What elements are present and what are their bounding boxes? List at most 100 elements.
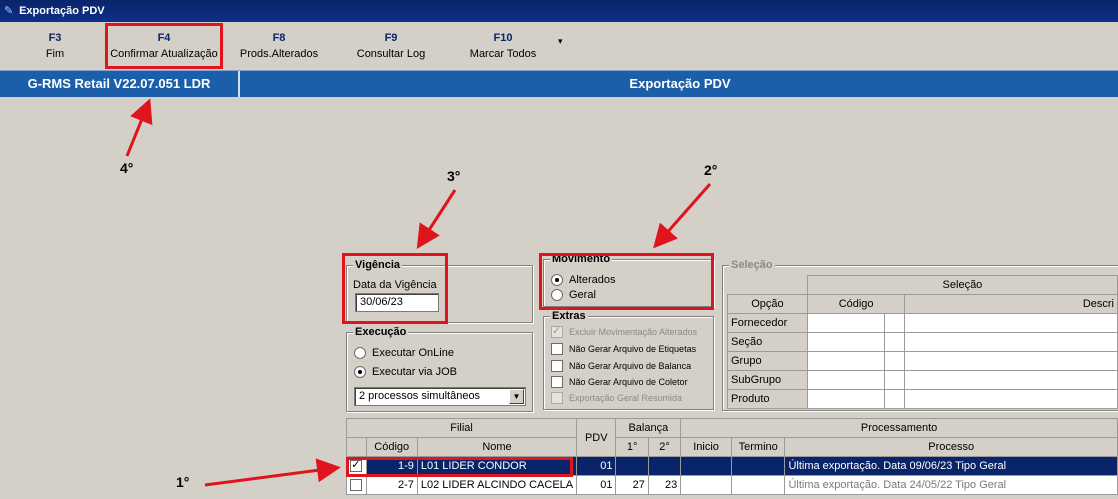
fim-key: F3	[48, 32, 62, 44]
balanca-2-cell	[647, 456, 682, 476]
termino-header: Termino	[730, 437, 786, 457]
annotation-2: 2°	[704, 162, 718, 178]
checkbox-icon	[551, 376, 563, 388]
processo-cell: Última exportação. Data 09/06/23 Tipo Ge…	[784, 456, 1118, 476]
nao-gerar-etiquetas-checkbox[interactable]: Não Gerar Arquivo de Etiquetas	[551, 343, 696, 355]
selecao-lookup-cell[interactable]	[884, 332, 906, 352]
arrow-1	[204, 458, 341, 487]
nao-gerar-balanca-label: Não Gerar Arquivo de Balanca	[569, 361, 692, 371]
inicio-cell	[680, 475, 732, 495]
app-icon: ✎	[4, 5, 14, 17]
fim-label: Fim	[45, 48, 65, 60]
check-header	[346, 437, 367, 457]
annotation-3: 3°	[447, 168, 461, 184]
selecao-codigo-cell[interactable]	[806, 332, 886, 352]
consultar-log-button[interactable]: F9 Consultar Log	[352, 30, 430, 62]
selecao-descricao-cell	[904, 370, 1118, 390]
annotation-4: 4°	[120, 160, 134, 176]
pdv-cell: 01	[576, 456, 617, 476]
extras-title: Extras	[550, 310, 588, 322]
annotation-box-f4	[105, 23, 223, 69]
screen-title: Exportação PDV	[629, 76, 731, 91]
balanca-1-cell: 27	[615, 475, 649, 495]
version-label: G-RMS Retail V22.07.051 LDR	[0, 71, 240, 97]
prods-label: Prods.Alterados	[239, 48, 319, 60]
inicio-cell	[680, 456, 732, 476]
selecao-codigo-cell[interactable]	[806, 389, 886, 409]
selecao-row[interactable]: Seção	[727, 332, 1118, 352]
executar-job-radio[interactable]: Executar via JOB	[354, 366, 457, 378]
executar-job-radio-icon	[354, 366, 366, 378]
selecao-row[interactable]: Produto	[727, 389, 1118, 409]
nome-header: Nome	[416, 437, 578, 457]
balanca-1-header: 1°	[615, 437, 649, 457]
inicio-header: Inicio	[680, 437, 732, 457]
excluir-movimentacao-label: Excluir Movimentação Alterados	[569, 327, 698, 337]
filial-group-header: Filial	[345, 418, 578, 438]
nao-gerar-coletor-checkbox[interactable]: Não Gerar Arquivo de Coletor	[551, 376, 688, 388]
processos-select-value: 2 processos simultâneos	[359, 390, 481, 402]
chevron-down-icon: ▼	[509, 389, 524, 404]
exportacao-geral-resumida-label: Exportação Geral Resumida	[569, 393, 683, 403]
selecao-table: Seleção Opção Código Descri Fornecedor S…	[727, 275, 1118, 409]
processamento-group-header: Processamento	[680, 418, 1118, 438]
selecao-codigo-cell[interactable]	[806, 313, 886, 333]
selecao-col-descricao: Descri	[904, 294, 1118, 314]
selecao-row-label: Fornecedor	[727, 313, 808, 333]
selecao-row-label: Produto	[727, 389, 808, 409]
selecao-lookup-cell[interactable]	[884, 313, 906, 333]
fim-button[interactable]: F3 Fim	[34, 30, 76, 62]
selecao-codigo-cell[interactable]	[806, 370, 886, 390]
extras-group: Extras Excluir Movimentação Alterados Nã…	[543, 310, 714, 410]
toolbar-more-icon[interactable]: ▾	[558, 36, 563, 47]
row-checkbox[interactable]	[346, 475, 367, 495]
annotation-box-vigencia	[342, 253, 448, 324]
termino-cell	[730, 456, 786, 476]
checkbox-icon	[551, 324, 563, 338]
selecao-lookup-cell[interactable]	[884, 389, 906, 409]
arrow-2	[653, 183, 712, 249]
checkbox-icon	[551, 343, 563, 355]
window-titlebar: ✎ Exportação PDV	[0, 0, 1118, 22]
processo-header: Processo	[784, 437, 1118, 457]
executar-online-radio-icon	[354, 347, 366, 359]
prods-alterados-button[interactable]: F8 Prods.Alterados	[236, 30, 322, 62]
window-title: Exportação PDV	[19, 5, 105, 17]
selecao-row-label: SubGrupo	[727, 370, 808, 390]
table-row[interactable]: 2-7 L02 LIDER ALCINDO CACELA 01 27 23 Úl…	[346, 475, 1118, 495]
selecao-title: Seleção	[729, 259, 775, 271]
annotation-box-filial-row	[346, 457, 573, 477]
consultar-label: Consultar Log	[356, 48, 426, 60]
selecao-col-opcao: Opção	[727, 294, 808, 314]
selecao-codigo-cell[interactable]	[806, 351, 886, 371]
selecao-lookup-cell[interactable]	[884, 370, 906, 390]
nome-cell: L02 LIDER ALCINDO CACELA	[416, 475, 578, 495]
executar-online-radio[interactable]: Executar OnLine	[354, 347, 454, 359]
exportacao-geral-resumida-checkbox[interactable]: Exportação Geral Resumida	[551, 392, 682, 404]
nao-gerar-balanca-checkbox[interactable]: Não Gerar Arquivo de Balanca	[551, 360, 691, 372]
codigo-header: Código	[365, 437, 418, 457]
selecao-descricao-cell	[904, 313, 1118, 333]
executar-job-label: Executar via JOB	[372, 366, 457, 378]
selecao-row[interactable]: SubGrupo	[727, 370, 1118, 390]
checkbox-icon	[350, 479, 363, 492]
selecao-header: Seleção	[806, 275, 1118, 295]
selecao-row[interactable]: Fornecedor	[727, 313, 1118, 333]
processos-select[interactable]: 2 processos simultâneos ▼	[354, 387, 526, 406]
selecao-row[interactable]: Grupo	[727, 351, 1118, 371]
pdv-cell: 01	[576, 475, 617, 495]
pdv-header: PDV	[576, 418, 617, 457]
annotation-1: 1°	[176, 474, 190, 490]
execucao-title: Execução	[353, 326, 409, 338]
nao-gerar-etiquetas-label: Não Gerar Arquivo de Etiquetas	[569, 344, 697, 354]
checkbox-icon	[551, 360, 563, 372]
annotation-box-movimento	[539, 253, 714, 310]
selecao-row-label: Seção	[727, 332, 808, 352]
marcar-label: Marcar Todos	[469, 48, 537, 60]
marcar-todos-button[interactable]: F10 Marcar Todos	[464, 30, 542, 62]
selecao-descricao-cell	[904, 389, 1118, 409]
excluir-movimentacao-checkbox[interactable]: Excluir Movimentação Alterados	[551, 324, 698, 338]
prods-key: F8	[272, 32, 286, 44]
selecao-col-codigo: Código	[806, 294, 906, 314]
selecao-lookup-cell[interactable]	[884, 351, 906, 371]
